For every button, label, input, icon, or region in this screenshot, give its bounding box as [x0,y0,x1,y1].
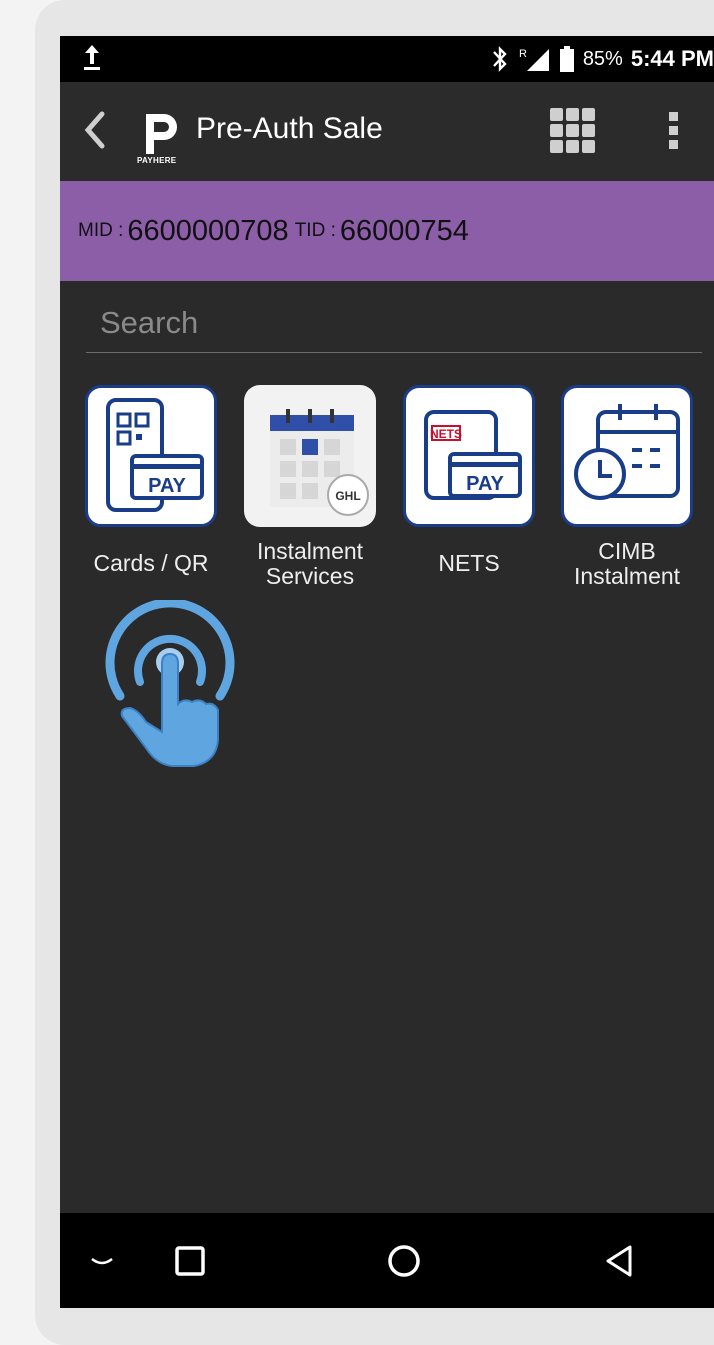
status-bar: R 85% 5:44 PM [60,36,714,82]
system-nav-bar [60,1213,714,1308]
recents-button[interactable] [166,1213,214,1308]
tile-cimb-instalment[interactable]: CIMB Instalment [548,385,706,589]
app-bar: PAYHERE Pre-Auth Sale [60,82,714,181]
svg-text:PAY: PAY [466,473,504,495]
triangle-back-icon [606,1245,632,1276]
search-input[interactable] [86,298,702,348]
more-options-icon[interactable] [664,108,684,154]
tile-nets[interactable]: NETS PAY NETS [390,385,548,576]
tid-value: 66000754 [339,214,469,247]
tile-label: NETS [438,550,500,576]
upload-icon [84,45,100,70]
back-button[interactable] [596,1213,644,1308]
logo-text: PAYHERE [137,156,177,165]
tile-label: Instalment Services [256,538,364,589]
svg-text:PAY: PAY [148,475,186,497]
phone-screen: R 85% 5:44 PM PAYHERE Pre-Auth Sale MID … [60,36,714,1308]
nets-pay-icon: NETS PAY [403,385,535,527]
mid-label: MID : [78,220,124,241]
tile-label: CIMB Instalment [573,538,681,589]
chevron-down-icon [91,1257,113,1264]
bluetooth-icon [492,46,507,72]
page-title: Pre-Auth Sale [196,112,383,145]
svg-text:GHL: GHL [335,489,360,503]
grid-view-icon[interactable] [550,108,596,154]
calendar-clock-icon [561,385,693,527]
home-button[interactable] [380,1213,428,1308]
tap-hint-icon [105,600,235,767]
tile-instalment-services[interactable]: GHL Instalment Services [231,385,389,589]
tile-label: Cards / QR [93,550,209,576]
square-icon [175,1245,205,1276]
battery-percent: 85% [582,47,623,70]
svg-text:NETS: NETS [430,427,462,441]
payhere-logo-icon [146,114,177,154]
back-chevron-icon[interactable] [80,108,110,152]
ghl-calendar-icon: GHL [244,385,376,527]
svg-text:R: R [519,48,527,60]
merchant-info-bar: MID : 6600000708 TID : 66000754 [60,181,714,281]
signal-icon: R [519,48,549,71]
battery-icon [559,46,574,72]
mid-value: 6600000708 [127,214,289,247]
hide-keyboard-button[interactable] [82,1213,122,1308]
circle-icon [388,1244,420,1277]
tid-label: TID : [294,220,336,241]
tile-cards-qr[interactable]: PAY Cards / QR [72,385,230,576]
cards-qr-pay-icon: PAY [85,385,217,527]
clock: 5:44 PM [630,46,714,71]
search-field [86,298,702,353]
